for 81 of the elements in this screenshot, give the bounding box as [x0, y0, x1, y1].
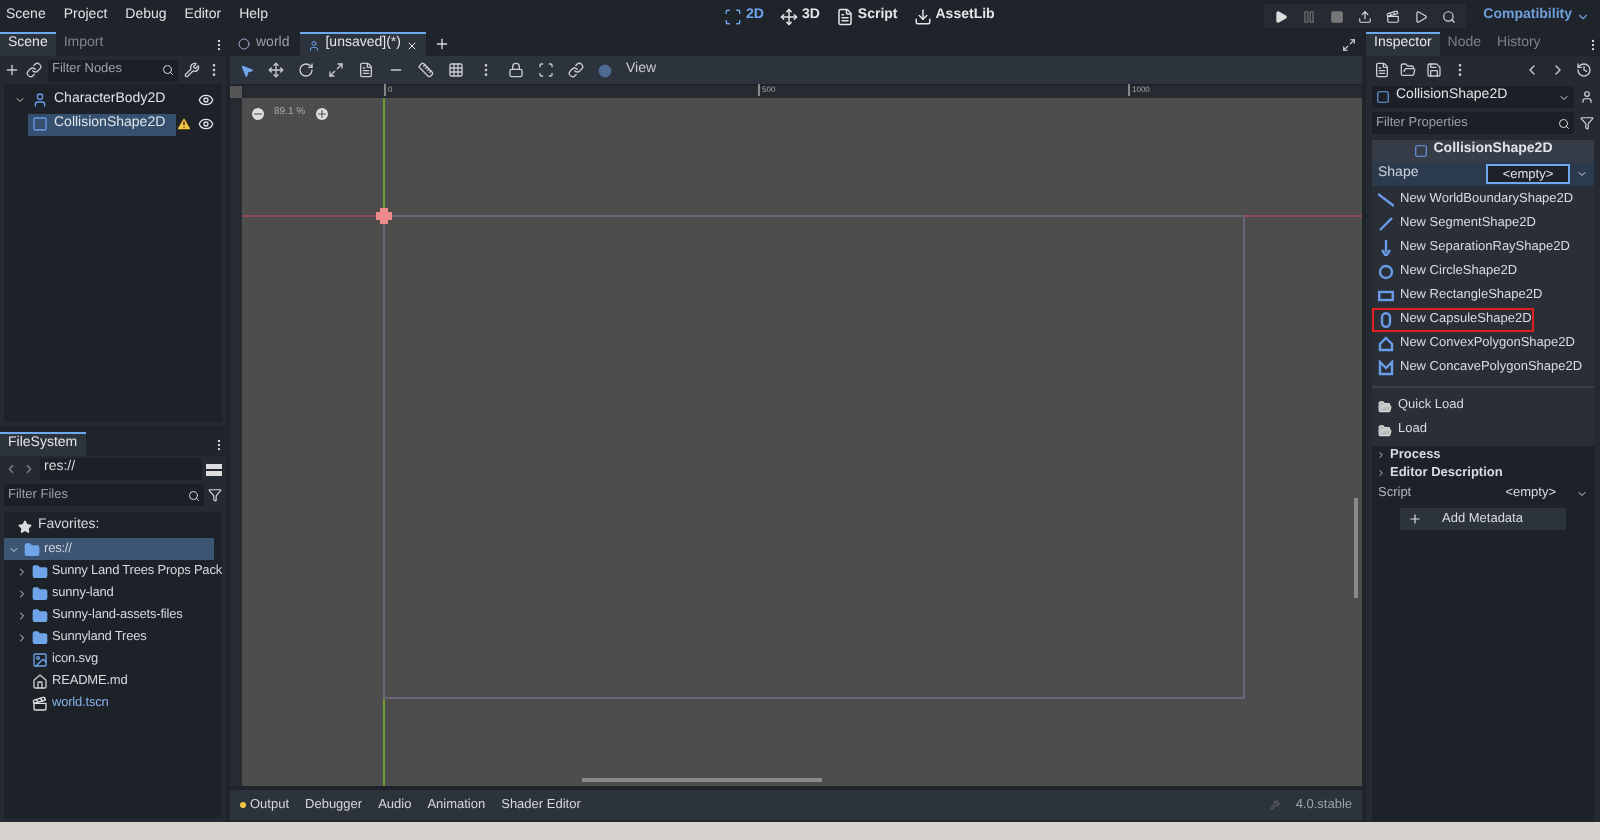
new-tab-icon[interactable]: [434, 36, 451, 52]
caret-icon: [1558, 91, 1570, 103]
sort-icon[interactable]: [208, 488, 222, 502]
clapperboard-icon: [32, 695, 48, 711]
folder-icon: [24, 541, 40, 557]
play-scene-icon[interactable]: [1413, 9, 1428, 23]
ruler-corner: [230, 86, 242, 98]
search-icon: [188, 489, 200, 501]
polygon-icon: [1378, 336, 1394, 352]
stop-icon[interactable]: [1329, 9, 1344, 23]
new-resource-icon[interactable]: [1374, 62, 1390, 78]
origin-marker: [376, 208, 392, 224]
square-icon: [32, 116, 48, 132]
square-icon: [1413, 144, 1428, 158]
folder-icon: [32, 629, 48, 645]
script-icon: [835, 7, 854, 25]
capsule-icon: [1378, 312, 1394, 328]
house-icon: [32, 673, 48, 689]
caret-icon: [1576, 9, 1590, 23]
square-icon: [1376, 90, 1390, 104]
play-icon[interactable]: [1273, 9, 1288, 23]
folder-icon: [32, 607, 48, 623]
rotate-tool-icon[interactable]: [298, 62, 314, 78]
clapperboard-icon[interactable]: [1385, 9, 1400, 23]
more-icon[interactable]: [212, 437, 226, 451]
circle-icon: [1378, 264, 1394, 280]
more-icon[interactable]: [212, 37, 226, 51]
history-icon[interactable]: [1576, 62, 1592, 78]
scale-tool-icon[interactable]: [328, 62, 344, 78]
back-icon[interactable]: [1524, 62, 1540, 78]
image-icon: [32, 651, 48, 667]
caret-icon[interactable]: [1576, 488, 1588, 500]
figure-icon[interactable]: [1580, 90, 1594, 104]
zoom-in-icon[interactable]: [315, 107, 328, 120]
search-icon: [1558, 117, 1570, 129]
close-icon[interactable]: [406, 39, 419, 51]
move-tool-icon[interactable]: [268, 62, 284, 78]
figure-icon: [32, 92, 48, 108]
open-folder-icon[interactable]: [1400, 62, 1416, 78]
axes-icon: [779, 7, 798, 25]
folder-icon: [1378, 423, 1392, 437]
plus-icon: [1408, 512, 1422, 526]
split-view-icon[interactable]: [206, 461, 222, 477]
horizontal-scrollbar[interactable]: [582, 778, 822, 782]
zoom-out-icon[interactable]: [252, 107, 264, 120]
list-tool-icon[interactable]: [358, 62, 374, 78]
concave-polygon-icon: [1378, 360, 1394, 376]
wrench-icon: [1269, 800, 1280, 810]
lock-icon[interactable]: [508, 62, 524, 78]
visibility-icon[interactable]: [198, 92, 214, 108]
star-icon: [18, 520, 32, 534]
expand-icon[interactable]: [14, 94, 26, 106]
save-icon[interactable]: [1426, 62, 1442, 78]
ruler-tool-icon[interactable]: [418, 62, 434, 78]
caret-icon[interactable]: [1576, 168, 1588, 180]
vertical-scrollbar[interactable]: [1354, 498, 1358, 598]
forward-icon[interactable]: [1550, 62, 1566, 78]
forward-icon[interactable]: [22, 462, 36, 476]
folder-icon: [1378, 399, 1392, 413]
figure-icon: [307, 39, 320, 51]
folder-icon: [32, 585, 48, 601]
select-tool-icon[interactable]: [240, 63, 254, 77]
fullscreen-icon[interactable]: [1342, 38, 1356, 52]
more-icon[interactable]: [1586, 37, 1600, 51]
circle-icon: [238, 38, 250, 50]
visibility-icon[interactable]: [198, 116, 214, 132]
warning-icon[interactable]: [176, 116, 192, 132]
pause-icon[interactable]: [1301, 9, 1316, 23]
add-node-icon[interactable]: [4, 62, 20, 78]
sort-icon[interactable]: [1580, 116, 1594, 130]
search-icon: [162, 64, 174, 76]
download-icon: [913, 7, 932, 25]
search-icon[interactable]: [1441, 9, 1456, 23]
snap-icon[interactable]: [448, 62, 464, 78]
folder-icon: [31, 563, 48, 579]
diagonal-line-icon: [1378, 192, 1394, 208]
back-icon[interactable]: [4, 462, 18, 476]
segment-icon: [1378, 216, 1394, 232]
rectangle-icon: [1378, 288, 1394, 304]
ray-icon: [1378, 240, 1394, 256]
link-icon[interactable]: [26, 62, 42, 78]
